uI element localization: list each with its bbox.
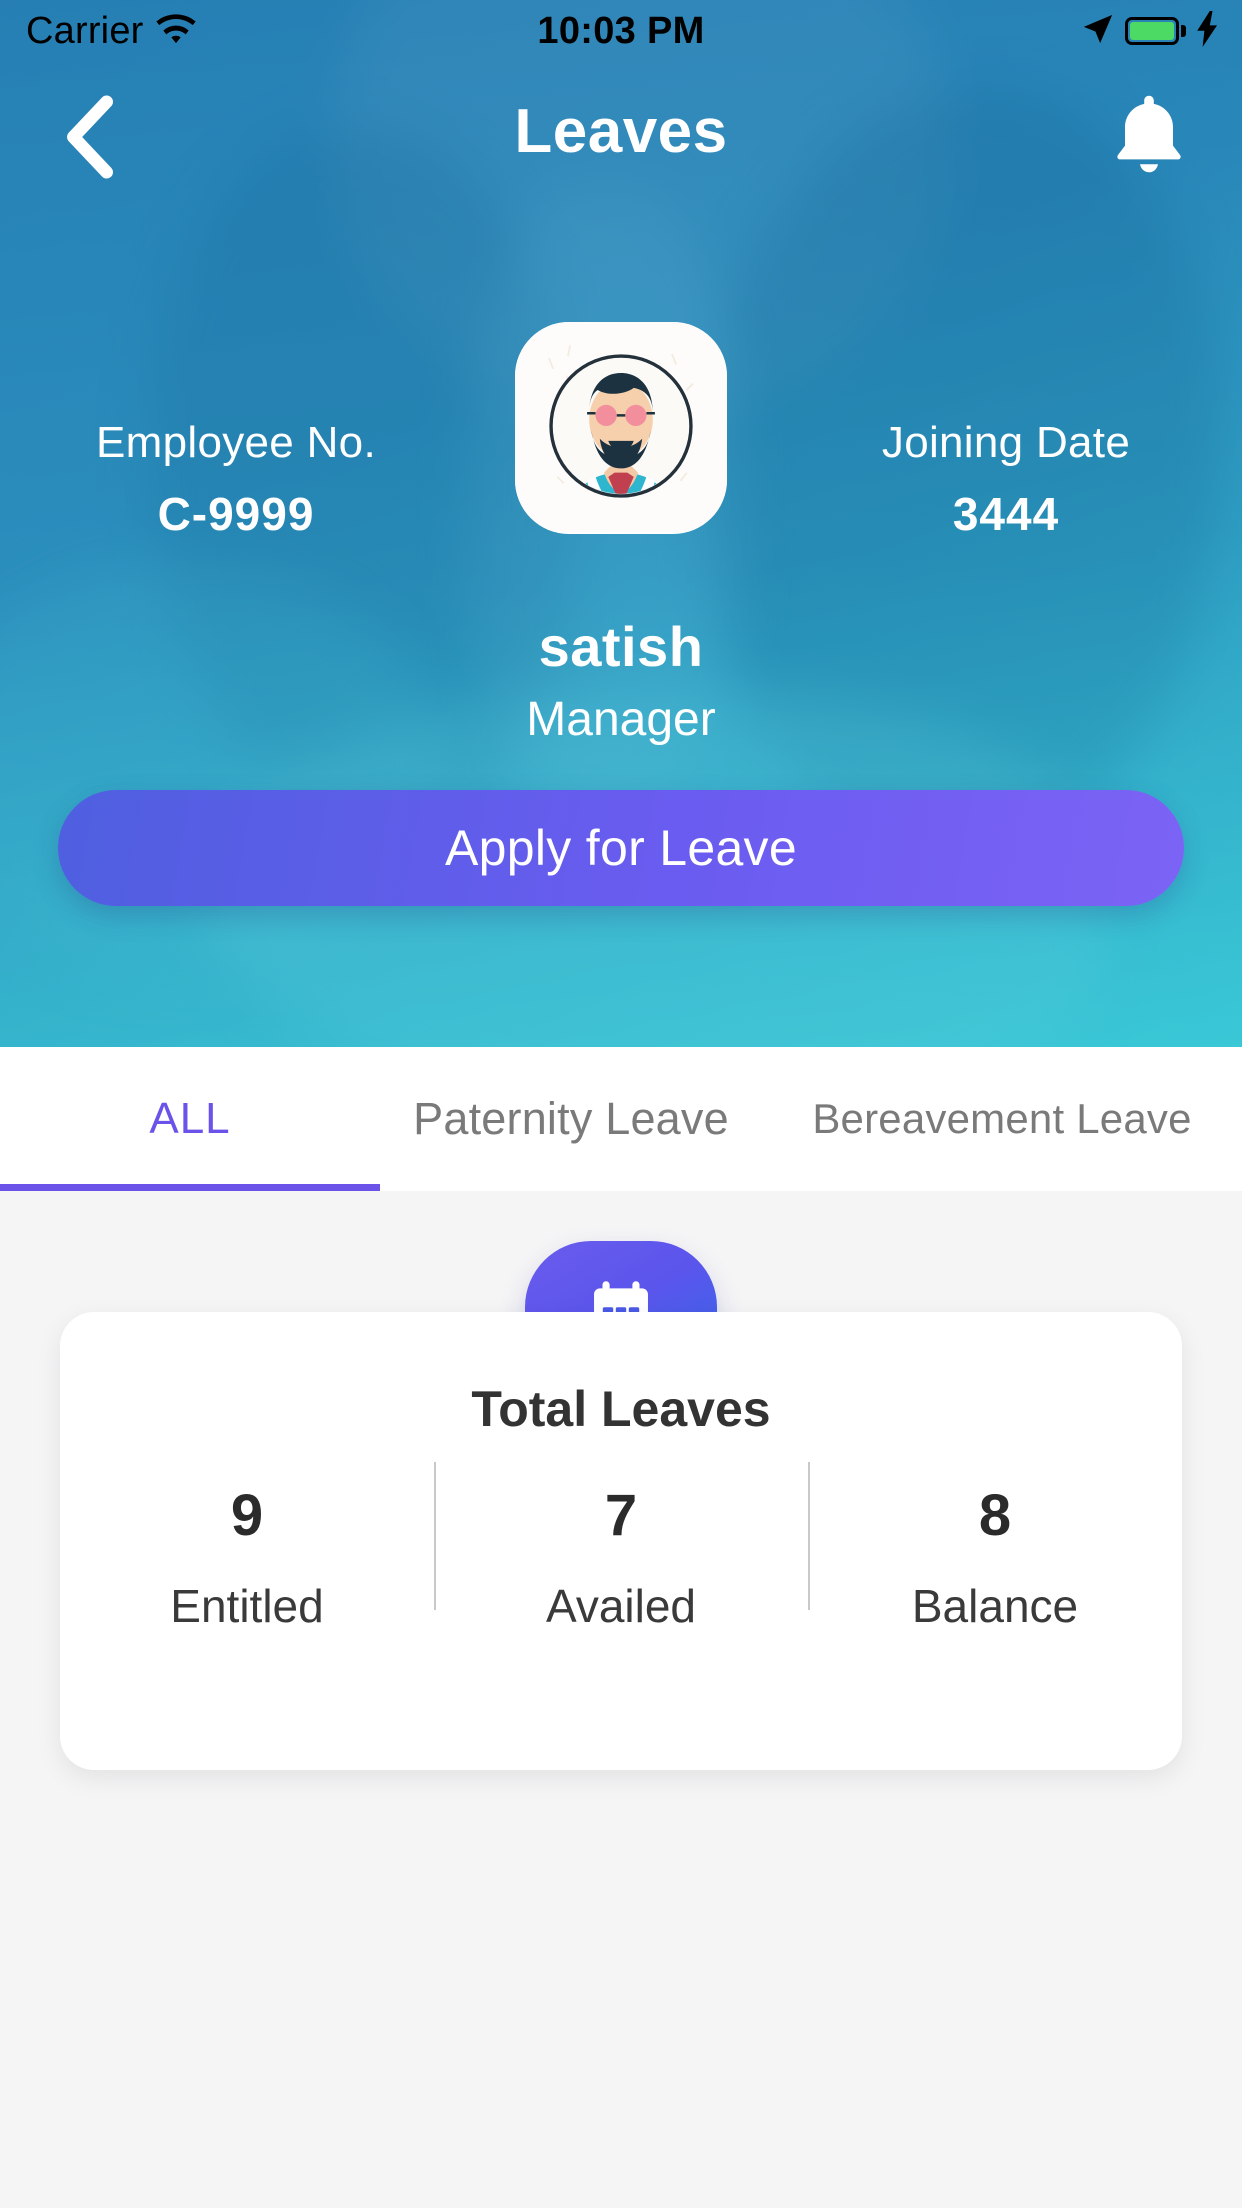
location-arrow-icon: [1081, 12, 1115, 51]
employee-number-label: Employee No.: [96, 418, 376, 467]
tab-bereavement-leave-label: Bereavement Leave: [812, 1095, 1192, 1142]
employee-number-block: Employee No. C-9999: [26, 418, 446, 541]
stat-entitled: 9 Entitled: [60, 1482, 434, 1633]
stat-balance: 8 Balance: [808, 1462, 1182, 1633]
stat-balance-value: 8: [978, 1483, 1012, 1548]
leave-stats-row: 9 Entitled 7 Availed 8 Balance: [60, 1462, 1182, 1633]
leave-summary-section: Total Leaves 9 Entitled 7 Availed 8 Bala…: [0, 1191, 1242, 2208]
avatar: [515, 322, 727, 534]
employee-number-value: C-9999: [157, 487, 315, 540]
tab-bereavement-leave[interactable]: Bereavement Leave: [762, 1047, 1242, 1191]
total-leaves-card: Total Leaves 9 Entitled 7 Availed 8 Bala…: [60, 1312, 1182, 1770]
bell-icon: [1110, 94, 1188, 183]
stat-availed-value: 7: [604, 1483, 638, 1548]
tab-paternity-leave[interactable]: Paternity Leave: [380, 1047, 762, 1191]
tab-all[interactable]: ALL: [0, 1047, 380, 1191]
leave-type-tabs: ALL Paternity Leave Bereavement Leave: [0, 1047, 1242, 1191]
stat-balance-label: Balance: [911, 1580, 1079, 1632]
joining-date-value: 3444: [952, 487, 1060, 540]
app-root: Carrier 10:03 PM Leaves Employee No. C-9…: [0, 0, 1242, 2208]
tab-all-label: ALL: [149, 1094, 231, 1143]
stat-availed: 7 Availed: [434, 1462, 808, 1633]
lightning-bolt-icon: [1196, 10, 1220, 52]
joining-date-block: Joining Date 3444: [796, 418, 1216, 541]
battery-icon: [1125, 17, 1186, 45]
tab-paternity-leave-label: Paternity Leave: [413, 1093, 729, 1144]
total-leaves-title: Total Leaves: [471, 1381, 771, 1437]
status-bar: Carrier 10:03 PM: [0, 0, 1242, 62]
apply-for-leave-button[interactable]: Apply for Leave: [58, 790, 1184, 906]
page-title: Leaves: [514, 97, 728, 166]
profile-hero: Carrier 10:03 PM Leaves Employee No. C-9…: [0, 0, 1242, 1047]
stat-entitled-label: Entitled: [170, 1580, 324, 1632]
employee-role: Manager: [526, 693, 716, 746]
notifications-button[interactable]: [1104, 92, 1194, 184]
navigation-bar: Leaves: [0, 88, 1242, 188]
stat-availed-label: Availed: [545, 1580, 697, 1632]
joining-date-label: Joining Date: [881, 418, 1131, 467]
user-avatar-illustration: [515, 322, 727, 534]
employee-name: satish: [538, 615, 704, 678]
stat-entitled-value: 9: [230, 1483, 264, 1548]
clock-label: 10:03 PM: [537, 9, 705, 52]
